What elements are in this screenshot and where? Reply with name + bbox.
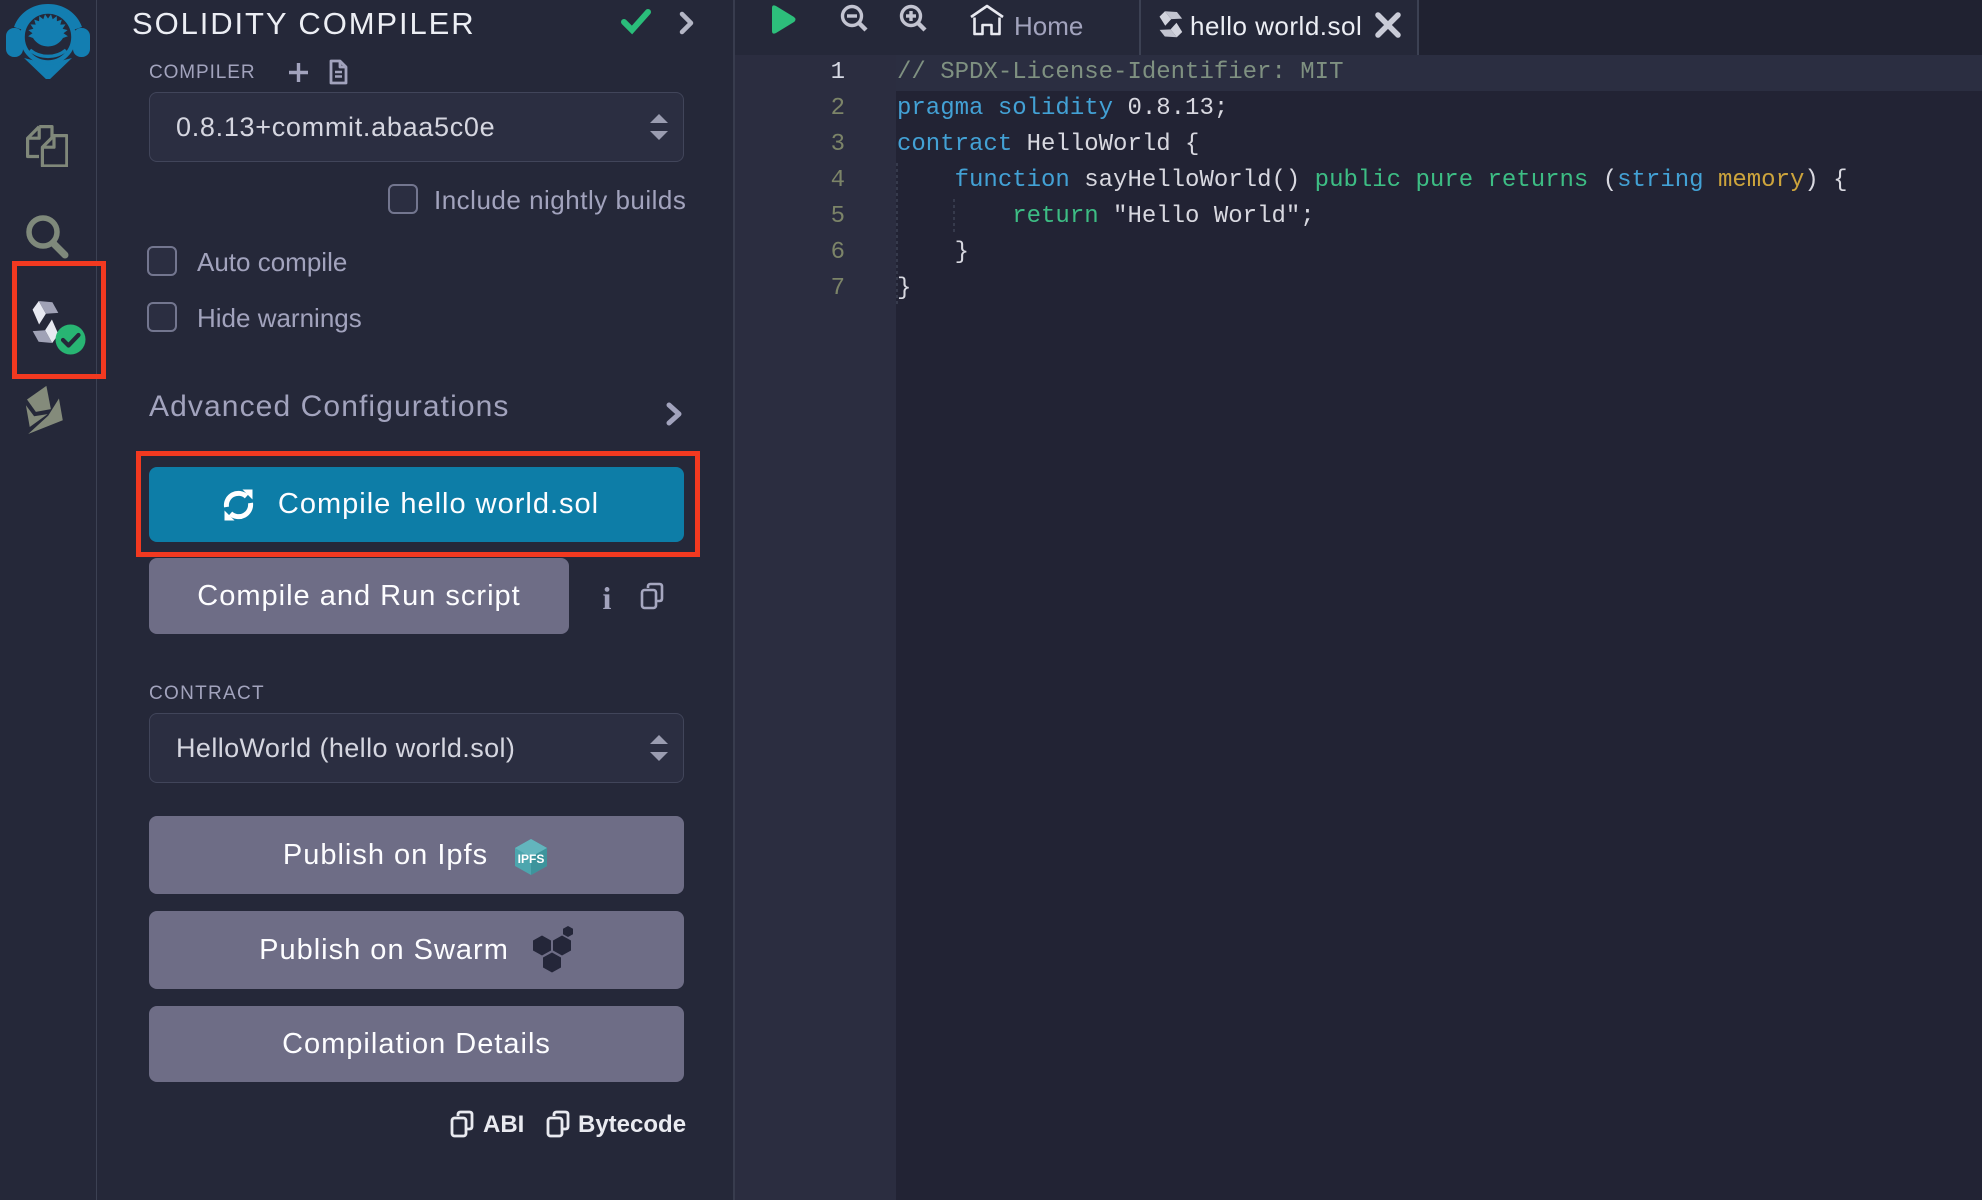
svg-text:IPFS: IPFS [518,852,545,866]
